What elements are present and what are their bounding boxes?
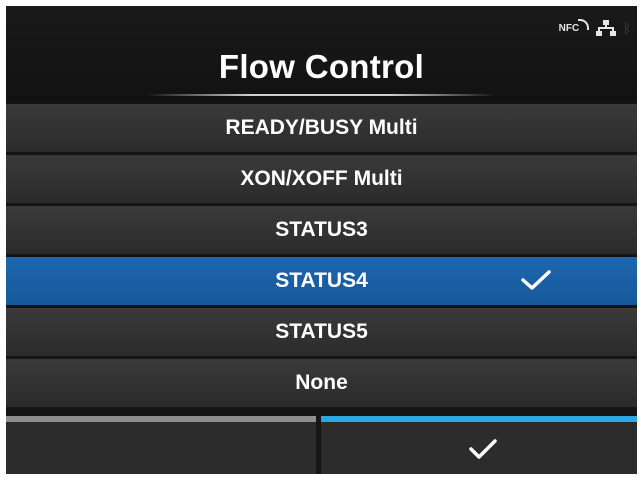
option-status5[interactable]: STATUS5 bbox=[6, 308, 637, 356]
option-label: STATUS3 bbox=[275, 218, 368, 241]
selected-check-icon bbox=[521, 270, 551, 290]
nfc-icon: NFC bbox=[559, 18, 590, 34]
confirm-check-icon bbox=[469, 439, 497, 459]
bluetooth-icon: ᛒ bbox=[623, 20, 631, 36]
option-status3[interactable]: STATUS3 bbox=[6, 206, 637, 254]
network-icon bbox=[596, 20, 617, 36]
title-underline bbox=[146, 94, 496, 96]
confirm-button[interactable] bbox=[321, 416, 637, 474]
option-label: STATUS5 bbox=[275, 320, 368, 343]
option-xon-xoff-multi[interactable]: XON/XOFF Multi bbox=[6, 155, 637, 203]
option-status4[interactable]: STATUS4 bbox=[6, 257, 637, 305]
back-button[interactable] bbox=[6, 416, 316, 474]
printer-display: NFC ᛒ Flow Control READY/BUSY Multi XON/… bbox=[6, 6, 637, 474]
status-icons: NFC ᛒ bbox=[559, 18, 631, 36]
option-ready-busy-multi[interactable]: READY/BUSY Multi bbox=[6, 104, 637, 152]
option-label: None bbox=[295, 371, 348, 394]
page-title: Flow Control bbox=[218, 48, 425, 85]
option-label: XON/XOFF Multi bbox=[240, 167, 403, 190]
option-label: READY/BUSY Multi bbox=[225, 116, 418, 139]
header: NFC ᛒ Flow Control bbox=[6, 6, 637, 102]
option-list: READY/BUSY Multi XON/XOFF Multi STATUS3 … bbox=[6, 104, 637, 410]
option-label: STATUS4 bbox=[275, 269, 368, 292]
option-none[interactable]: None bbox=[6, 359, 637, 407]
